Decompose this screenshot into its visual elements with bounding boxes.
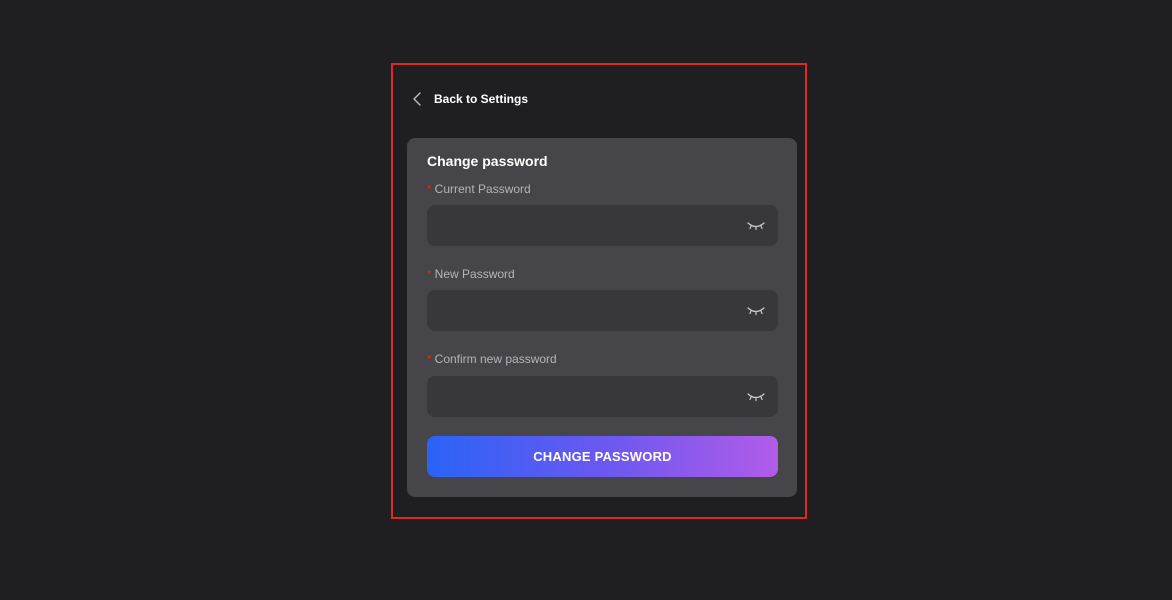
change-password-panel: Back to Settings Change password * Curren…	[391, 63, 807, 519]
confirm-password-label: * Confirm new password	[427, 352, 557, 366]
new-password-label: * New Password	[427, 267, 515, 281]
confirm-password-input[interactable]	[427, 376, 755, 417]
required-marker: *	[427, 182, 432, 196]
eye-closed-icon[interactable]	[746, 390, 766, 402]
chevron-left-icon	[412, 91, 426, 107]
required-marker: *	[427, 352, 432, 366]
back-to-settings-link[interactable]: Back to Settings	[412, 91, 528, 107]
card-title: Change password	[427, 153, 548, 169]
new-password-field-wrap	[427, 290, 778, 331]
eye-closed-icon[interactable]	[746, 304, 766, 316]
change-password-button[interactable]: CHANGE PASSWORD	[427, 436, 778, 477]
change-password-card: Change password * Current Password * New P…	[407, 138, 797, 497]
current-password-label: * Current Password	[427, 182, 531, 196]
current-password-field-wrap	[427, 205, 778, 246]
confirm-password-field-wrap	[427, 376, 778, 417]
eye-closed-icon[interactable]	[746, 219, 766, 231]
confirm-password-label-text: Confirm new password	[434, 352, 557, 366]
back-to-settings-label: Back to Settings	[434, 92, 529, 106]
new-password-input[interactable]	[427, 290, 755, 331]
new-password-label-text: New Password	[434, 267, 515, 281]
current-password-label-text: Current Password	[434, 182, 531, 196]
current-password-input[interactable]	[427, 205, 755, 246]
required-marker: *	[427, 267, 432, 281]
